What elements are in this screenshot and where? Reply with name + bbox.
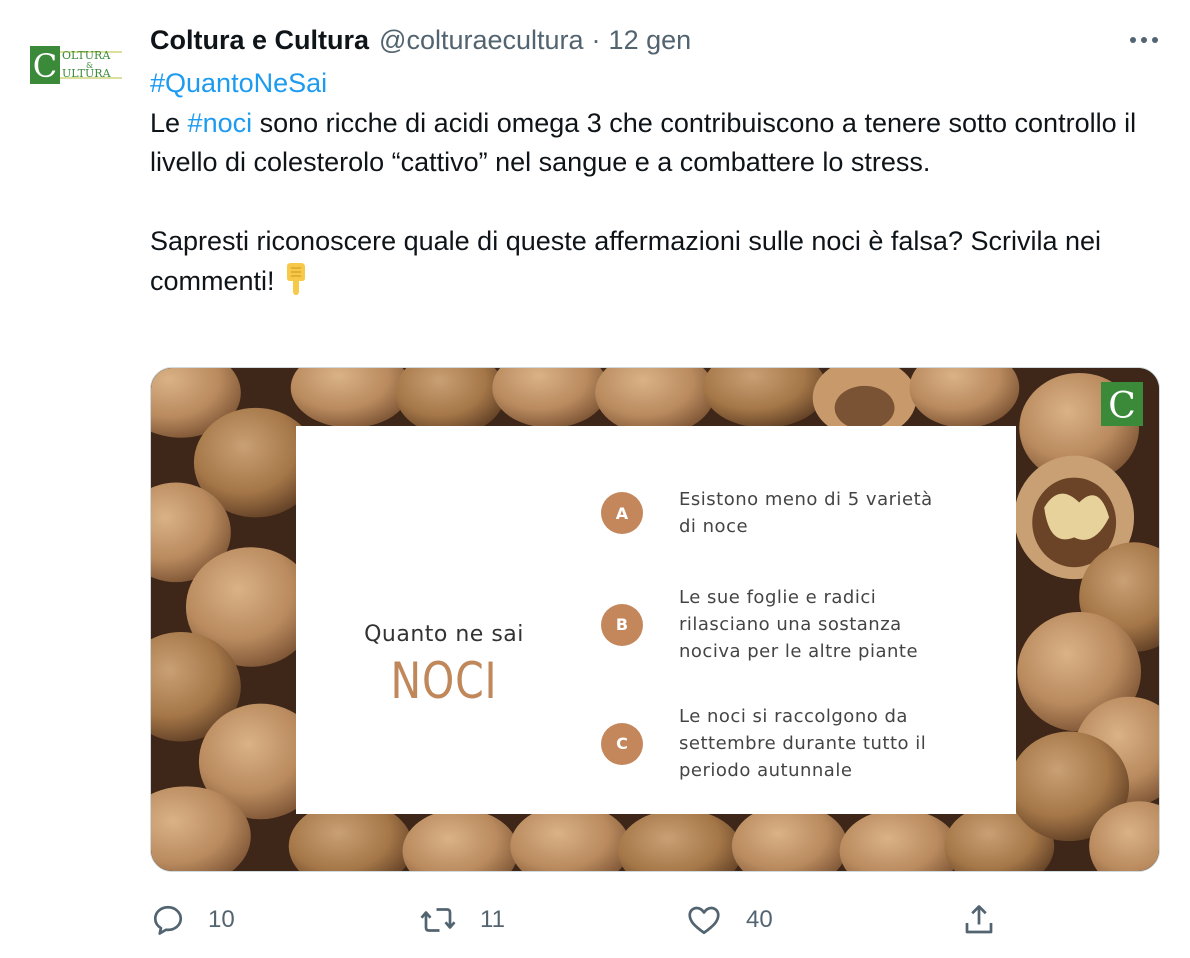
option-letter-badge: B [601,603,643,646]
option-text: Esistono meno di 5 varietà di noce [679,489,933,537]
heart-icon [688,906,720,935]
tweet-text-body: sono ricche di acidi omega 3 che contrib… [150,107,1137,178]
pointing-down-emoji-icon [281,262,311,308]
tweet-media-image[interactable]: C Quanto ne sai NOCI A Esistono meno di … [150,367,1160,872]
share-icon [965,905,993,934]
more-options-button[interactable] [1124,24,1164,54]
tweet-header: Coltura e Cultura @colturaecultura · 12 … [150,22,691,58]
retweet-button[interactable]: 11 [418,900,505,940]
option-letter-badge: A [601,492,643,534]
option-text: Le noci si raccolgono da settembre duran… [679,706,927,781]
avatar-logo-text-3: ULTURA [62,67,112,80]
option-letter-badge: C [601,722,643,765]
quiz-word: NOCI [390,652,498,710]
like-button[interactable]: 40 [686,900,773,940]
share-button[interactable] [961,900,997,940]
brand-corner-logo: C [1101,382,1143,427]
retweet-icon [420,908,456,932]
header-separator: · [591,24,601,55]
hashtag-quantonesai[interactable]: #QuantoNeSai [150,68,327,98]
quiz-option-b: B Le sue foglie e radici rilasciano una … [601,584,1001,665]
option-text: Le sue foglie e radici rilasciano una so… [679,587,919,662]
timestamp[interactable]: 12 gen [609,25,692,56]
more-horizontal-icon [1130,37,1158,43]
retweet-count: 11 [480,906,505,933]
quiz-option-c: C Le noci si raccolgono da settembre dur… [601,703,1001,784]
hashtag-noci[interactable]: #noci [188,108,253,138]
like-count: 40 [746,906,773,933]
reply-count: 10 [208,906,235,933]
corner-logo-letter: C [1108,386,1136,426]
display-name[interactable]: Coltura e Cultura [150,25,369,56]
quiz-card: Quanto ne sai NOCI A Esistono meno di 5 … [296,426,1016,814]
quiz-option-a: A Esistono meno di 5 varietà di noce [601,486,1001,540]
avatar-logo-initial: C [33,47,57,85]
reply-button[interactable]: 10 [150,900,235,940]
tweet-text: #QuantoNeSai Le #noci sono ricche di aci… [150,64,1170,307]
reply-icon [153,905,183,935]
avatar[interactable]: C OLTURA & ULTURA [30,42,122,88]
tweet-text-prefix: Le [150,107,188,138]
user-handle[interactable]: @colturaecultura [379,25,584,56]
quiz-title: Quanto ne sai [364,622,524,647]
